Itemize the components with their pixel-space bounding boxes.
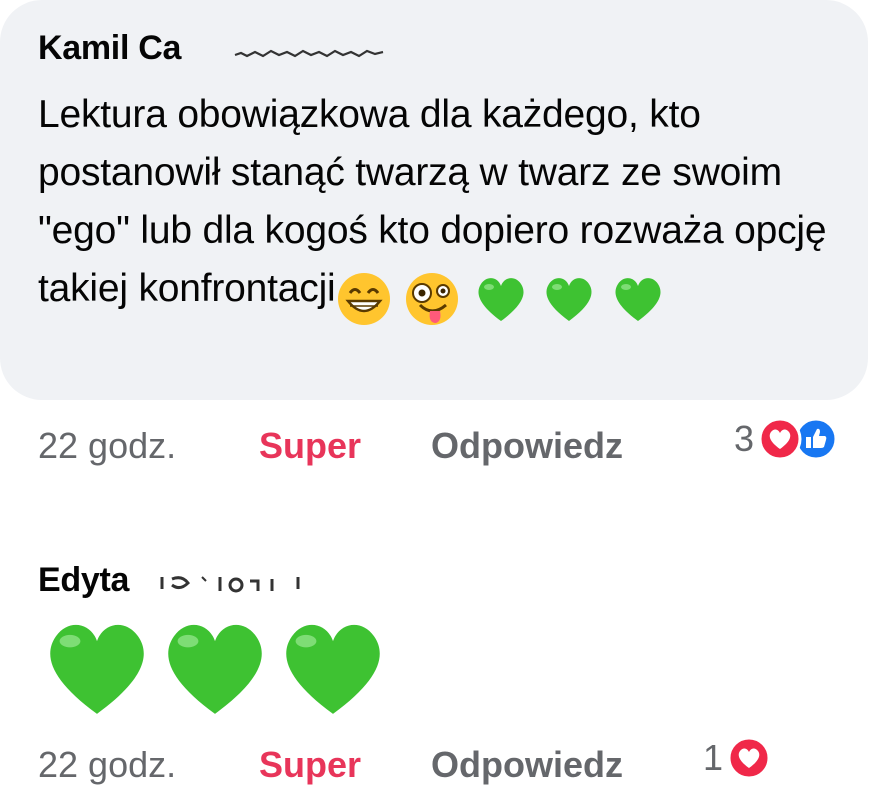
super-reaction-button[interactable]: Super <box>259 747 361 783</box>
comment-timestamp[interactable]: 22 godz. <box>38 428 176 464</box>
comment-text: Lektura obowiązkowa dla każdego, kto pos… <box>38 86 858 327</box>
comment-timestamp[interactable]: 22 godz. <box>38 747 176 783</box>
beaming-face-icon <box>337 272 390 325</box>
emoji-only-comment <box>38 610 392 718</box>
love-reaction-icon <box>727 736 771 780</box>
emoji-row <box>336 268 669 327</box>
green-heart-icon <box>50 624 144 714</box>
green-heart-icon <box>168 624 262 714</box>
redacted-surname <box>234 49 384 58</box>
green-heart-icon <box>615 277 661 321</box>
reply-button[interactable]: Odpowiedz <box>431 747 623 783</box>
zany-face-icon <box>406 272 459 325</box>
redacted-surname <box>160 576 300 593</box>
reaction-count: 3 <box>734 418 755 459</box>
comment-author[interactable]: Kamil Ca <box>38 31 181 65</box>
green-heart-icon <box>546 277 592 321</box>
reply-button[interactable]: Odpowiedz <box>431 428 623 464</box>
reaction-summary[interactable]: 1 <box>703 736 771 780</box>
super-reaction-button[interactable]: Super <box>259 428 361 464</box>
reaction-summary[interactable]: 3 <box>734 417 838 461</box>
comment-author[interactable]: Edyta <box>38 563 129 597</box>
green-heart-icon <box>478 277 524 321</box>
green-heart-icon <box>286 624 380 714</box>
love-reaction-icon <box>758 417 802 461</box>
reaction-count: 1 <box>703 737 724 778</box>
